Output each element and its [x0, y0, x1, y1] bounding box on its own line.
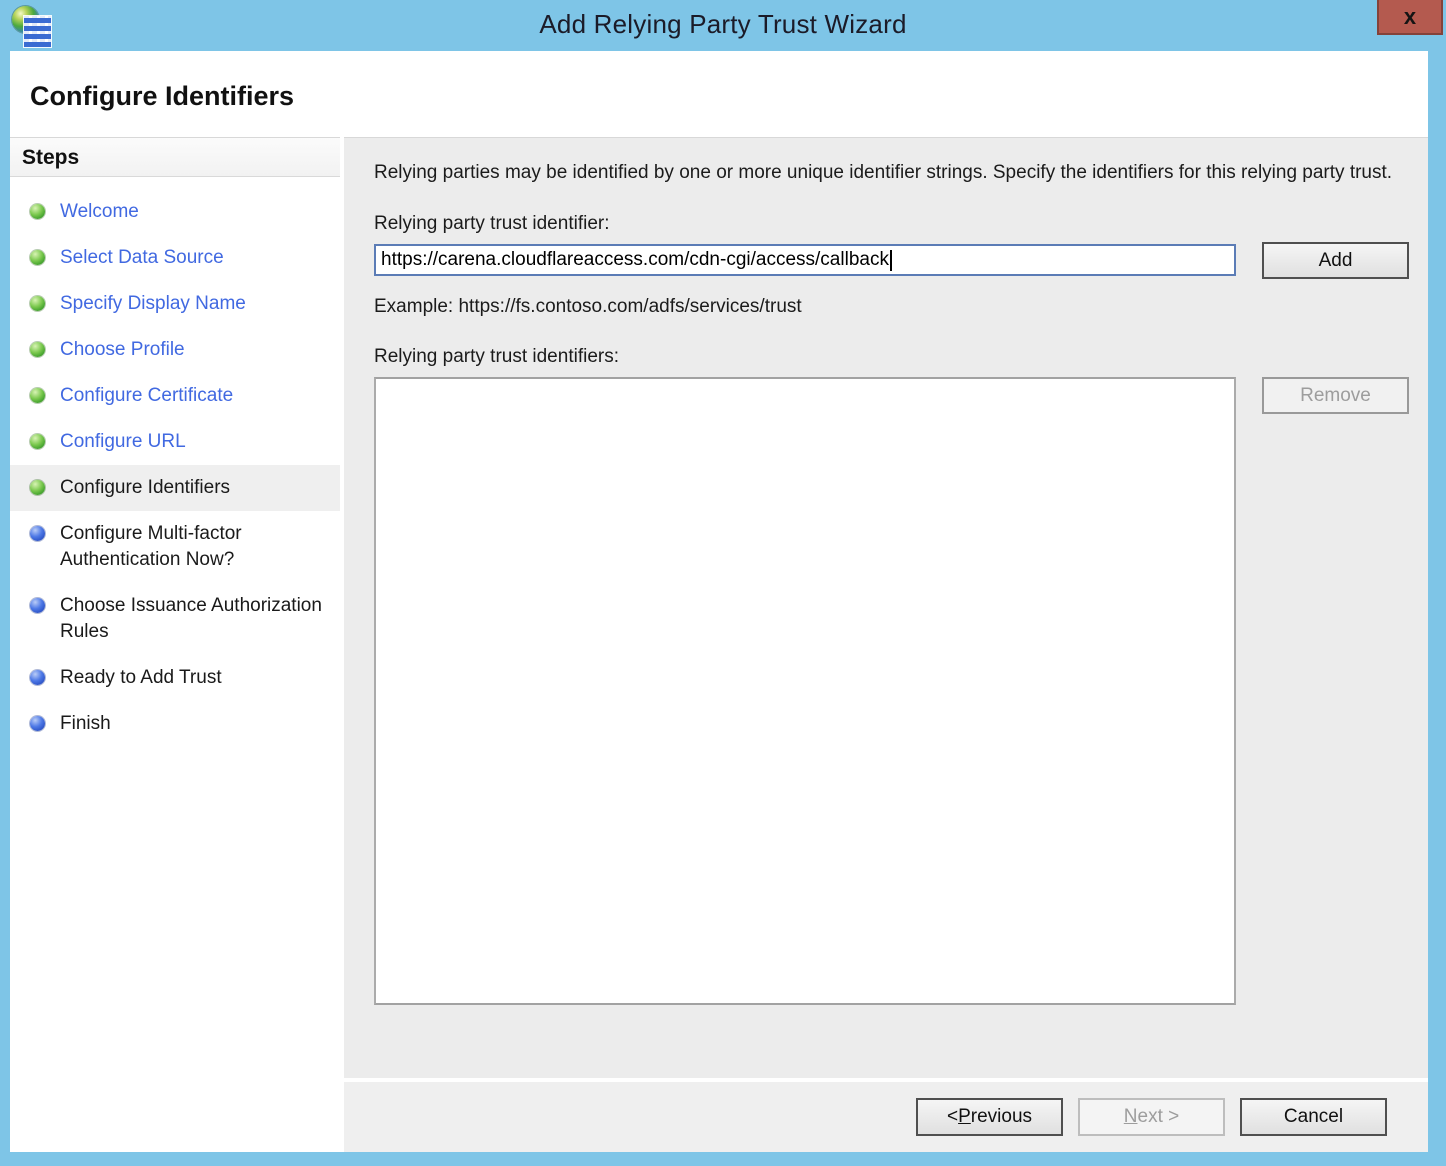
- pending-step-bullet-icon: [30, 716, 45, 731]
- step-label: Configure URL: [60, 431, 186, 452]
- footer-button-bar: < Previous Next > Cancel: [344, 1082, 1428, 1152]
- step-label: Configure Multi-factor Authentication No…: [60, 523, 242, 570]
- page-title: Configure Identifiers: [30, 81, 295, 111]
- identifiers-list-label: Relying party trust identifiers:: [374, 346, 619, 367]
- example-text: Example: https://fs.contoso.com/adfs/ser…: [374, 296, 802, 317]
- completed-step-bullet-icon: [30, 480, 45, 495]
- step-item-select-data-source[interactable]: Select Data Source: [10, 235, 340, 281]
- completed-step-bullet-icon: [30, 296, 45, 311]
- step-label: Ready to Add Trust: [60, 667, 222, 688]
- pending-step-bullet-icon: [30, 598, 45, 613]
- step-item-finish: Finish: [10, 701, 340, 747]
- step-label: Finish: [60, 713, 111, 734]
- titlebar: Add Relying Party Trust Wizard x: [0, 0, 1446, 51]
- close-icon: x: [1403, 3, 1417, 29]
- step-item-configure-url[interactable]: Configure URL: [10, 419, 340, 465]
- content-pane: Relying parties may be identified by one…: [344, 137, 1428, 1078]
- add-button[interactable]: Add: [1262, 242, 1409, 279]
- step-item-welcome[interactable]: Welcome: [10, 189, 340, 235]
- pending-step-bullet-icon: [30, 526, 45, 541]
- text-caret: [889, 249, 892, 271]
- step-item-configure-certificate[interactable]: Configure Certificate: [10, 373, 340, 419]
- steps-header: Steps: [10, 138, 340, 177]
- client-area: Configure Identifiers Steps Welcome Selec…: [10, 51, 1428, 1152]
- steps-list: Welcome Select Data Source Specify Display…: [10, 189, 340, 747]
- right-column: Relying parties may be identified by one…: [344, 137, 1428, 1152]
- step-label: Choose Profile: [60, 339, 185, 360]
- step-label: Specify Display Name: [60, 293, 246, 314]
- identifiers-listbox[interactable]: [374, 377, 1236, 1005]
- step-label: Welcome: [60, 201, 139, 222]
- pending-step-bullet-icon: [30, 670, 45, 685]
- completed-step-bullet-icon: [30, 388, 45, 403]
- step-label: Configure Certificate: [60, 385, 234, 406]
- wizard-window: Add Relying Party Trust Wizard x Configu…: [0, 0, 1446, 1166]
- step-label: Configure Identifiers: [60, 477, 231, 498]
- step-item-configure-multi-factor-authentication-now: Configure Multi-factor Authentication No…: [10, 511, 340, 583]
- step-item-specify-display-name[interactable]: Specify Display Name: [10, 281, 340, 327]
- heading-band: Configure Identifiers: [10, 51, 1428, 137]
- remove-button[interactable]: Remove: [1262, 377, 1409, 414]
- step-item-choose-issuance-authorization-rules: Choose Issuance Authorization Rules: [10, 583, 340, 655]
- identifier-row: https://carena.cloudflareaccess.com/cdn-…: [374, 242, 1428, 279]
- identifier-label: Relying party trust identifier:: [374, 213, 610, 234]
- completed-step-bullet-icon: [30, 204, 45, 219]
- step-label: Choose Issuance Authorization Rules: [60, 595, 322, 642]
- previous-button[interactable]: < Previous: [916, 1098, 1063, 1136]
- main-area: Steps Welcome Select Data Source Specify D…: [10, 137, 1428, 1152]
- close-button[interactable]: x: [1377, 0, 1443, 35]
- step-item-configure-identifiers[interactable]: Configure Identifiers: [10, 465, 340, 511]
- step-label: Select Data Source: [60, 247, 224, 268]
- intro-text: Relying parties may be identified by one…: [374, 162, 1393, 183]
- identifiers-row: Remove: [374, 377, 1428, 1005]
- step-item-choose-profile[interactable]: Choose Profile: [10, 327, 340, 373]
- window-title: Add Relying Party Trust Wizard: [539, 9, 907, 39]
- cancel-button[interactable]: Cancel: [1240, 1098, 1387, 1136]
- step-item-ready-to-add-trust: Ready to Add Trust: [10, 655, 340, 701]
- steps-panel: Steps Welcome Select Data Source Specify D…: [10, 137, 340, 1152]
- completed-step-bullet-icon: [30, 250, 45, 265]
- identifier-input[interactable]: https://carena.cloudflareaccess.com/cdn-…: [374, 244, 1236, 276]
- completed-step-bullet-icon: [30, 434, 45, 449]
- next-button[interactable]: Next >: [1078, 1098, 1225, 1136]
- completed-step-bullet-icon: [30, 342, 45, 357]
- identifier-input-value: https://carena.cloudflareaccess.com/cdn-…: [381, 249, 889, 270]
